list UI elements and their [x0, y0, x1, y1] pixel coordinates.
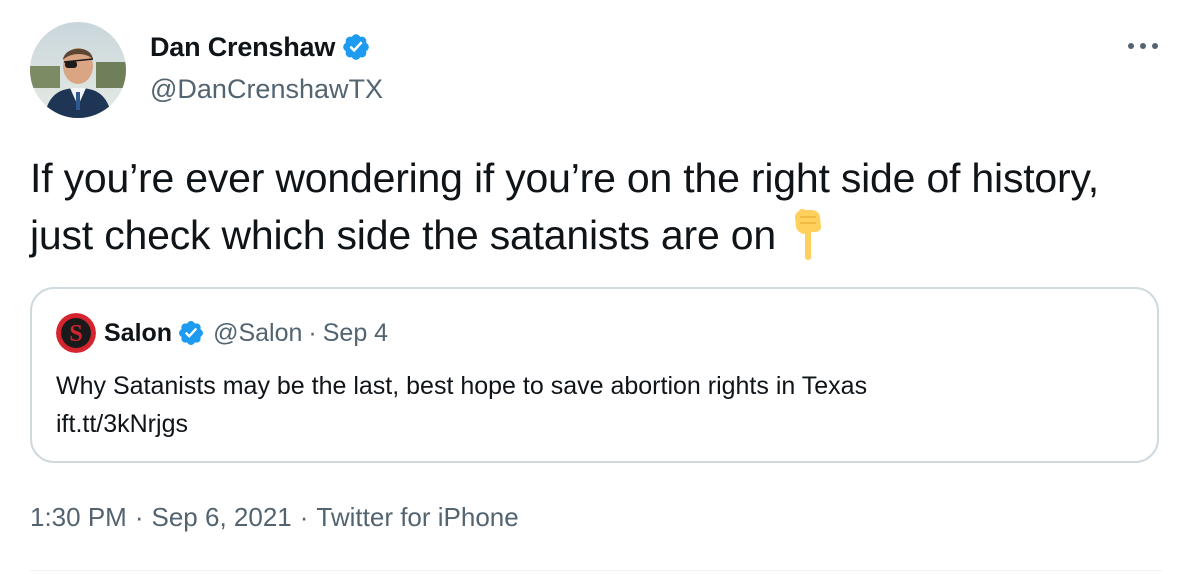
quoted-handle[interactable]: @Salon: [213, 319, 302, 348]
tweet-text-body: If you’re ever wondering if you’re on th…: [30, 155, 1099, 258]
svg-text:S: S: [69, 321, 82, 347]
tweet-source-link[interactable]: Twitter for iPhone: [316, 502, 518, 532]
quoted-tweet-body: Why Satanists may be the last, best hope…: [56, 372, 868, 400]
tweet-time[interactable]: 1:30 PM: [30, 502, 127, 532]
quoted-date[interactable]: Sep 4: [323, 319, 388, 348]
quoted-verified-badge-icon: [177, 319, 205, 347]
more-icon: [1128, 43, 1158, 49]
quoted-tweet-header: S Salon @Salon · Sep 4: [56, 313, 388, 353]
more-options-button[interactable]: [1126, 34, 1160, 58]
tweet-metadata: 1:30 PM · Sep 6, 2021 · Twitter for iPhone: [30, 500, 519, 534]
tweet-text: If you’re ever wondering if you’re on th…: [30, 150, 1150, 278]
quoted-author-name[interactable]: Salon: [104, 319, 172, 348]
avatar[interactable]: [30, 22, 126, 118]
author-display-name[interactable]: Dan Crenshaw: [150, 30, 335, 64]
quoted-separator: ·: [308, 318, 317, 347]
quoted-tweet-text: Why Satanists may be the last, best hope…: [56, 367, 867, 443]
tweet-date[interactable]: Sep 6, 2021: [152, 502, 292, 532]
divider: [30, 570, 1162, 571]
verified-badge-icon: [341, 32, 371, 62]
meta-separator: ·: [299, 502, 309, 532]
meta-separator: ·: [134, 502, 144, 532]
author-name-row: Dan Crenshaw: [150, 30, 371, 64]
author-handle[interactable]: @DanCrenshawTX: [150, 72, 383, 106]
tweet-card: Dan Crenshaw @DanCrenshawTX If you’re ev…: [0, 0, 1192, 574]
pointing-down-emoji-icon: [791, 207, 825, 278]
quoted-tweet-card[interactable]: S Salon @Salon · Sep 4 Why Satanists may…: [30, 287, 1159, 463]
salon-logo-icon[interactable]: S: [56, 313, 96, 353]
quoted-tweet-link[interactable]: ift.tt/3kNrjgs: [56, 405, 867, 443]
